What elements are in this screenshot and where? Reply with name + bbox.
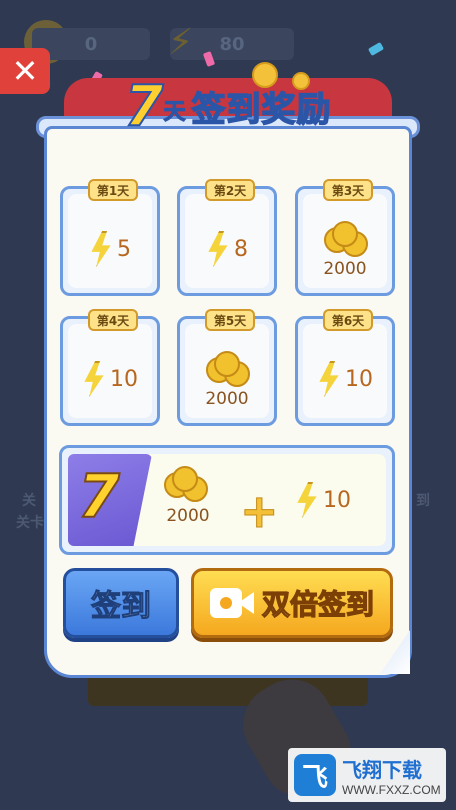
reward-amount: 10 bbox=[110, 366, 138, 392]
day-card-7: 7 2000 + 10 bbox=[59, 445, 395, 555]
reward-amount: 10 bbox=[345, 366, 373, 392]
plus-icon: + bbox=[240, 484, 280, 539]
day-label: 第4天 bbox=[88, 309, 138, 331]
bg-side-text-2: 关卡 bbox=[16, 515, 44, 531]
day-card-2: 第2天 8 bbox=[177, 179, 277, 296]
day-card-1: 第1天 5 bbox=[60, 179, 160, 296]
reward-amount: 2000 bbox=[205, 389, 249, 409]
reward-amount: 2000 bbox=[323, 259, 367, 279]
close-button[interactable]: ✕ bbox=[0, 48, 50, 94]
bg-bolt-icon: ⚡ bbox=[168, 22, 194, 63]
day-label: 第3天 bbox=[323, 179, 373, 201]
energy-bolt-icon bbox=[84, 361, 104, 397]
confetti bbox=[367, 42, 385, 56]
coin-pile-icon bbox=[180, 349, 274, 389]
title-text: 签到奖励 bbox=[191, 89, 332, 131]
day-card-4: 第4天 10 bbox=[60, 309, 160, 426]
watermark-logo-icon: 飞 bbox=[294, 754, 336, 796]
bg-side-text: 关 bbox=[22, 493, 36, 509]
bg-side-text-3: 到 bbox=[416, 493, 430, 509]
energy-bolt-icon bbox=[297, 482, 317, 518]
coin-pile-icon bbox=[298, 219, 392, 259]
coin-pile-icon bbox=[158, 462, 218, 502]
reward-amount: 5 bbox=[117, 236, 131, 262]
video-icon bbox=[209, 586, 256, 620]
reward-coins: 2000 bbox=[166, 506, 210, 526]
watermark-name: 飞翔下载 bbox=[342, 757, 422, 782]
page-title: 7 天 签到奖励 bbox=[98, 70, 358, 142]
energy-bolt-icon bbox=[91, 231, 111, 267]
reward-energy: 10 bbox=[323, 487, 351, 513]
day-label: 第1天 bbox=[88, 179, 138, 201]
title-number: 7 bbox=[124, 73, 165, 140]
day-card-5: 第5天 2000 bbox=[177, 309, 277, 426]
day-card-6: 第6天 10 bbox=[295, 309, 395, 426]
day7-number: 7 bbox=[77, 461, 121, 533]
title-unit: 天 bbox=[163, 100, 186, 126]
day-label: 第5天 bbox=[205, 309, 255, 331]
day-label: 第6天 bbox=[323, 309, 373, 331]
day-card-3: 第3天 2000 bbox=[295, 179, 395, 296]
watermark: 飞 飞翔下载 WWW.FXXZ.COM bbox=[288, 748, 446, 802]
energy-bolt-icon bbox=[319, 361, 339, 397]
double-sign-in-button[interactable]: 双倍签到 bbox=[191, 568, 393, 638]
watermark-url: WWW.FXXZ.COM bbox=[342, 782, 441, 797]
reward-amount: 8 bbox=[234, 236, 248, 262]
sign-in-button[interactable]: 签到 bbox=[63, 568, 179, 638]
double-sign-in-label: 双倍签到 bbox=[261, 587, 374, 621]
day-label: 第2天 bbox=[205, 179, 255, 201]
energy-bolt-icon bbox=[208, 231, 228, 267]
